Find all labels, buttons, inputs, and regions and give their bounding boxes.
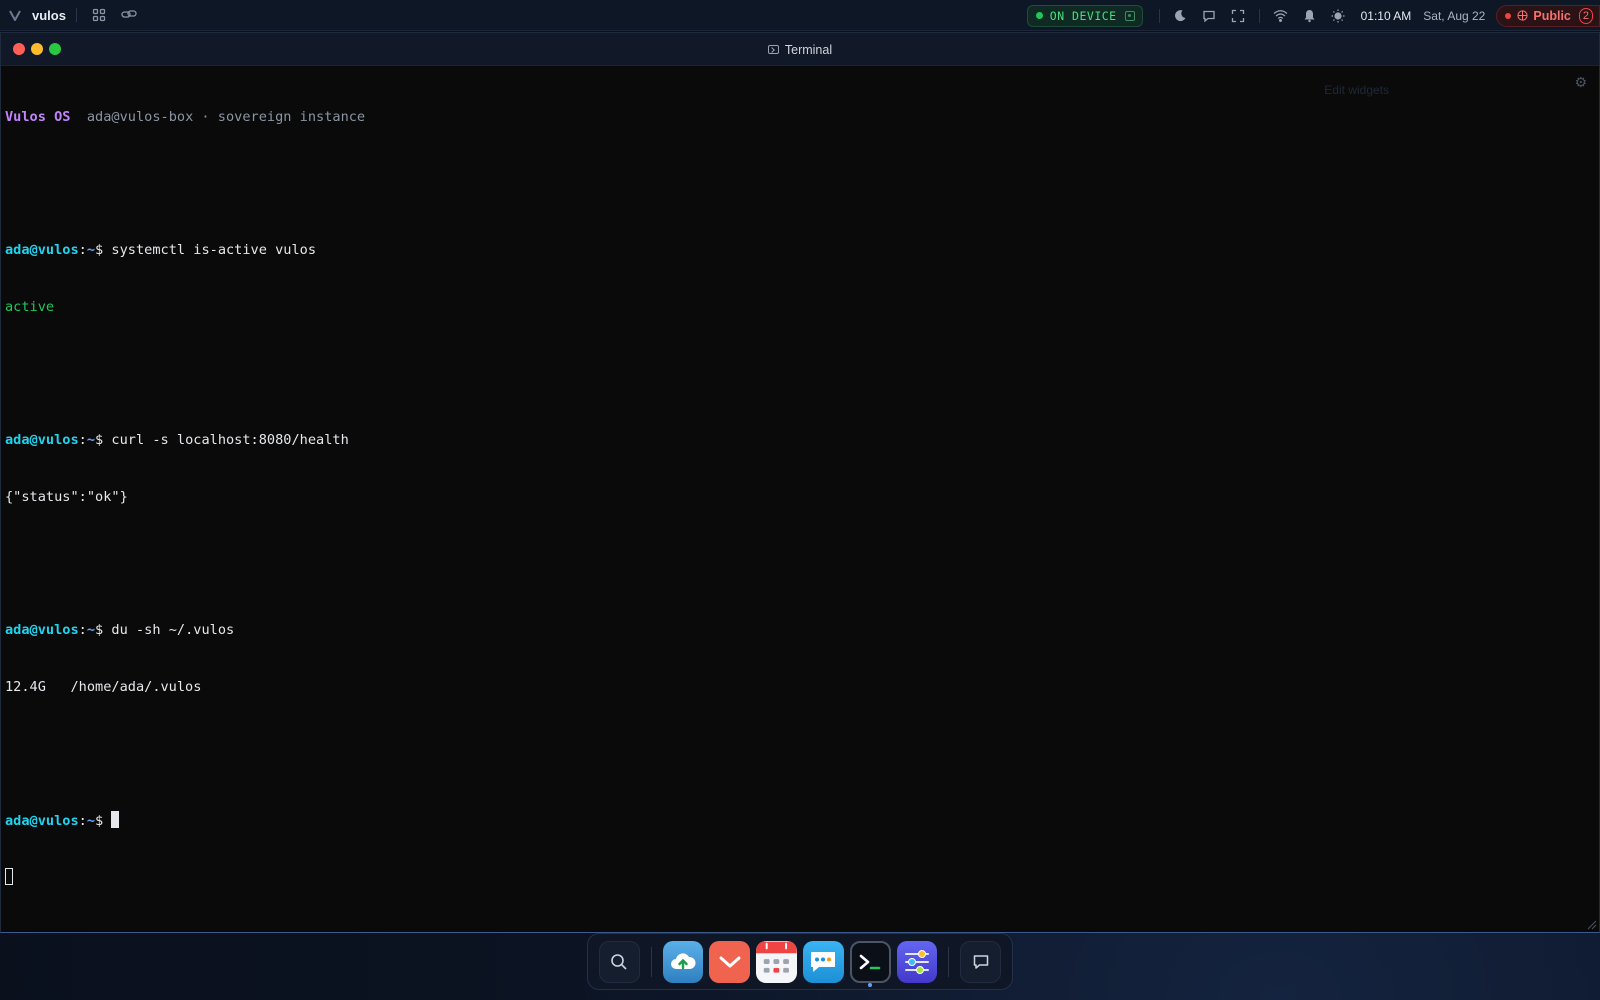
divider — [1158, 8, 1160, 23]
public-count-badge: 2 — [1578, 7, 1593, 24]
prompt-user-host: ada@vulos — [5, 242, 79, 258]
resize-handle-icon[interactable] — [1587, 920, 1597, 930]
search-icon — [611, 953, 627, 970]
wifi-icon[interactable] — [1266, 4, 1295, 28]
input-cursor — [5, 868, 13, 885]
dock — [587, 933, 1013, 990]
prompt-symbol: $ — [95, 622, 112, 638]
command-line: ada@vulos:~$ curl -s localhost:8080/heal… — [5, 431, 1595, 450]
dock-app-settings[interactable] — [896, 940, 938, 983]
divider — [1258, 8, 1260, 23]
prompt-symbol: $ — [95, 432, 112, 448]
prompt-colon: : — [78, 622, 87, 638]
bell-icon[interactable] — [1295, 4, 1324, 28]
top-bar: vulos ON DEVICE 01:10 AM Sat, Aug 22 Pub… — [0, 0, 1600, 31]
fullscreen-icon[interactable] — [1224, 4, 1253, 28]
active-indicator — [868, 982, 873, 987]
cloud-upload-icon — [671, 952, 696, 969]
terminal-prompt-icon — [859, 954, 881, 969]
dock-app-chat[interactable] — [802, 940, 844, 983]
globe-icon — [1517, 10, 1528, 21]
minimize-button[interactable] — [31, 43, 43, 55]
prompt-path: ~ — [86, 242, 96, 258]
close-button[interactable] — [13, 43, 25, 55]
prompt-user-host: ada@vulos — [5, 432, 79, 448]
prompt-colon: : — [78, 813, 87, 829]
divider — [75, 8, 77, 22]
terminal-window: Terminal Edit widgets ⚙ Vulos OS ada@vul… — [0, 32, 1600, 933]
lock-icon — [1124, 10, 1135, 21]
command-output: 12.4G /home/ada/.vulos — [5, 679, 202, 695]
prompt-symbol: $ — [95, 813, 112, 829]
brightness-icon[interactable] — [1324, 4, 1353, 28]
prompt-symbol: $ — [95, 242, 112, 258]
command-output: active — [5, 299, 55, 315]
dock-search-button[interactable] — [599, 940, 640, 983]
os-name: Vulos OS — [5, 109, 71, 125]
prompt-user-host: ada@vulos — [5, 813, 79, 829]
date[interactable]: Sat, Aug 22 — [1423, 9, 1485, 23]
clock[interactable]: 01:10 AM — [1361, 9, 1412, 23]
gear-icon[interactable]: ⚙ — [1574, 74, 1587, 91]
terminal-icon — [767, 45, 779, 54]
top-bar-left: vulos — [0, 0, 147, 30]
dock-divider — [948, 946, 950, 977]
status-dot-icon — [1035, 12, 1043, 19]
checkmark-icon — [719, 956, 741, 967]
prompt-path: ~ — [86, 813, 96, 829]
dock-app-calendar[interactable] — [756, 940, 797, 983]
command-line: ada@vulos:~$ systemctl is-active vulos — [5, 241, 1595, 260]
command-output: {"status":"ok"} — [5, 489, 128, 505]
command-text: du -sh ~/.vulos — [111, 622, 235, 638]
text-cursor — [111, 811, 120, 828]
window-title: Terminal — [1, 33, 1599, 66]
dock-messages-button[interactable] — [960, 940, 1002, 983]
dock-app-upload[interactable] — [662, 940, 704, 983]
maximize-button[interactable] — [49, 43, 61, 55]
dock-app-terminal[interactable] — [849, 940, 891, 987]
dock-app-tasks[interactable] — [709, 940, 751, 983]
on-device-badge[interactable]: ON DEVICE — [1026, 4, 1143, 27]
status-dot-icon — [1505, 12, 1512, 19]
banner-line: Vulos OS ada@vulos-box · sovereign insta… — [5, 108, 1595, 127]
prompt-path: ~ — [86, 432, 96, 448]
prompt-colon: : — [78, 242, 87, 258]
speech-bubble-icon — [811, 951, 836, 972]
brand-name[interactable]: vulos — [32, 8, 66, 23]
prompt-user-host: ada@vulos — [5, 622, 79, 638]
chat-bubble-icon[interactable] — [1195, 4, 1224, 28]
window-title-text: Terminal — [784, 42, 833, 57]
active-prompt-line[interactable]: ada@vulos:~$ — [5, 811, 1595, 830]
dock-divider — [650, 946, 652, 977]
on-device-label: ON DEVICE — [1049, 8, 1117, 23]
window-controls — [1, 43, 67, 55]
terminal-output[interactable]: Vulos OS ada@vulos-box · sovereign insta… — [1, 66, 1599, 925]
calendar-icon — [756, 941, 797, 973]
prompt-path: ~ — [86, 622, 96, 638]
command-line: ada@vulos:~$ du -sh ~/.vulos — [5, 621, 1595, 640]
edit-widgets-ghost: Edit widgets — [1324, 83, 1389, 97]
vulos-logo-icon[interactable] — [8, 8, 22, 22]
host-info: ada@vulos-box · sovereign instance — [86, 109, 366, 125]
message-icon — [973, 954, 988, 969]
command-text: curl -s localhost:8080/health — [111, 432, 349, 448]
window-titlebar[interactable]: Terminal — [1, 33, 1599, 66]
input-line[interactable] — [5, 868, 1595, 887]
public-label: Public — [1533, 8, 1571, 23]
prompt-colon: : — [78, 432, 87, 448]
moon-icon[interactable] — [1166, 4, 1195, 28]
app-grid-icon[interactable] — [87, 3, 111, 27]
link-icon[interactable] — [117, 3, 141, 27]
sliders-icon — [904, 949, 929, 974]
command-text: systemctl is-active vulos — [111, 242, 317, 258]
public-visibility-badge[interactable]: Public 2 — [1496, 4, 1600, 27]
top-bar-right: ON DEVICE 01:10 AM Sat, Aug 22 Public 2 — [1026, 0, 1600, 31]
